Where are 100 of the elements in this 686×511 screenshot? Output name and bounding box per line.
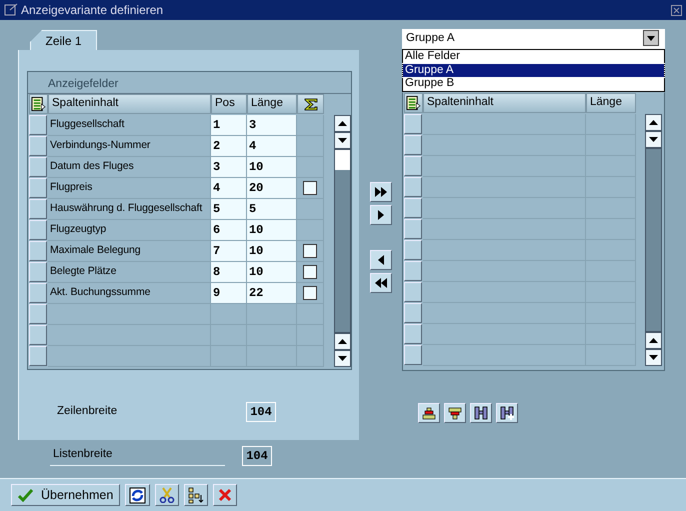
length-field[interactable]: 10 — [247, 262, 297, 283]
length-field[interactable]: 3 — [247, 115, 297, 136]
column-settings-icon — [406, 95, 421, 111]
tab[interactable]: Zeile 1 — [30, 30, 97, 50]
row-selector[interactable] — [404, 156, 422, 176]
right-arrow-icon — [376, 209, 386, 221]
row-selector[interactable] — [404, 282, 422, 302]
dropdown-option[interactable]: Gruppe B — [403, 77, 664, 90]
scroll-up-button[interactable] — [334, 333, 351, 350]
position-field[interactable]: 4 — [211, 178, 247, 199]
row-selector[interactable] — [404, 114, 422, 134]
table-cell — [211, 304, 247, 325]
row-selector[interactable] — [29, 178, 47, 198]
field-label: Zeilenbreite — [56, 404, 118, 420]
length-field[interactable]: 10 — [247, 220, 297, 241]
toolbar-button[interactable] — [155, 484, 180, 506]
length-field[interactable]: 22 — [247, 283, 297, 304]
length-field[interactable]: 10 — [247, 157, 297, 178]
column-settings-icon — [31, 96, 46, 112]
toolbar-button[interactable] — [125, 484, 150, 506]
position-field[interactable]: 2 — [211, 136, 247, 157]
column-header: Länge — [586, 93, 636, 113]
length-field[interactable]: 20 — [247, 178, 297, 199]
toolbar-button[interactable] — [184, 484, 208, 506]
column-settings-button[interactable] — [29, 94, 48, 114]
window-title: Anzeigevariante definieren — [21, 2, 164, 19]
scroll-thumb[interactable] — [335, 150, 350, 170]
row-selector[interactable] — [404, 303, 422, 323]
position-field[interactable]: 7 — [211, 241, 247, 262]
scroll-up-button[interactable] — [645, 332, 662, 349]
down-arrow-icon — [649, 355, 658, 360]
tool-button[interactable] — [418, 403, 440, 423]
pyramid-icon — [421, 406, 437, 420]
row-selector[interactable] — [404, 219, 422, 239]
checkmark-icon — [18, 488, 33, 502]
position-field[interactable]: 5 — [211, 199, 247, 220]
row-selector[interactable] — [404, 177, 422, 197]
length-field[interactable]: 4 — [247, 136, 297, 157]
row-selector[interactable] — [404, 261, 422, 281]
row-selector[interactable] — [404, 345, 422, 365]
checkbox[interactable] — [303, 181, 317, 195]
checkbox[interactable] — [303, 286, 317, 300]
row-selector[interactable] — [404, 135, 422, 155]
position-field[interactable]: 6 — [211, 220, 247, 241]
row-selector[interactable] — [29, 325, 47, 345]
position-field[interactable]: 1 — [211, 115, 247, 136]
position-field[interactable]: 3 — [211, 157, 247, 178]
window-icon — [4, 3, 18, 17]
binoculars-plus-icon — [499, 405, 515, 421]
checkbox[interactable] — [303, 244, 317, 258]
column-settings-button[interactable] — [404, 93, 423, 113]
row-selector[interactable] — [404, 324, 422, 344]
binoculars-icon — [473, 405, 489, 421]
down-arrow-icon — [338, 356, 347, 361]
sigma-icon — [304, 98, 318, 110]
dropdown-option[interactable]: Alle Felder — [403, 50, 664, 64]
row-selector[interactable] — [404, 240, 422, 260]
row-selector[interactable] — [404, 198, 422, 218]
row-selector[interactable] — [29, 304, 47, 324]
transfer-button[interactable] — [370, 273, 392, 293]
scroll-down-button[interactable] — [645, 131, 662, 148]
checkbox[interactable] — [303, 265, 317, 279]
tool-button[interactable] — [470, 403, 492, 423]
position-field[interactable]: 8 — [211, 262, 247, 283]
row-selector[interactable] — [29, 199, 47, 219]
left-arrow-icon — [376, 254, 386, 266]
transfer-button[interactable] — [370, 182, 392, 202]
transfer-button[interactable] — [370, 250, 392, 270]
length-field[interactable]: 10 — [247, 241, 297, 262]
down-arrow-icon — [338, 138, 347, 143]
row-selector[interactable] — [29, 346, 47, 366]
row-selector[interactable] — [29, 262, 47, 282]
length-field[interactable]: 5 — [247, 199, 297, 220]
dropdown-option[interactable]: Gruppe A — [403, 64, 664, 77]
transfer-button[interactable] — [370, 205, 392, 225]
row-selector[interactable] — [29, 241, 47, 261]
scroll-down-button[interactable] — [334, 132, 351, 149]
tool-button[interactable] — [496, 403, 518, 423]
table-cell — [247, 304, 297, 325]
row-selector[interactable] — [29, 115, 47, 135]
toolbar-button[interactable]: Übernehmen — [11, 484, 120, 506]
position-field[interactable]: 9 — [211, 283, 247, 304]
up-arrow-icon — [649, 338, 658, 343]
dropdown[interactable]: Gruppe A — [402, 29, 665, 49]
row-selector[interactable] — [29, 220, 47, 240]
tool-button[interactable] — [444, 403, 466, 423]
sum-button[interactable] — [297, 94, 324, 114]
scissors-icon — [159, 487, 176, 503]
scroll-down-button[interactable] — [645, 349, 662, 366]
scroll-up-button[interactable] — [334, 115, 351, 132]
scroll-down-button[interactable] — [334, 350, 351, 367]
column-header: Spalteninhalt — [423, 93, 586, 113]
up-arrow-icon — [338, 121, 347, 126]
value-field: 104 — [246, 402, 276, 422]
row-selector[interactable] — [29, 136, 47, 156]
row-selector[interactable] — [29, 283, 47, 303]
row-selector[interactable] — [29, 157, 47, 177]
scroll-up-button[interactable] — [645, 114, 662, 131]
table-cell: Akt. Buchungssumme — [48, 283, 211, 304]
close-icon[interactable] — [671, 5, 682, 16]
